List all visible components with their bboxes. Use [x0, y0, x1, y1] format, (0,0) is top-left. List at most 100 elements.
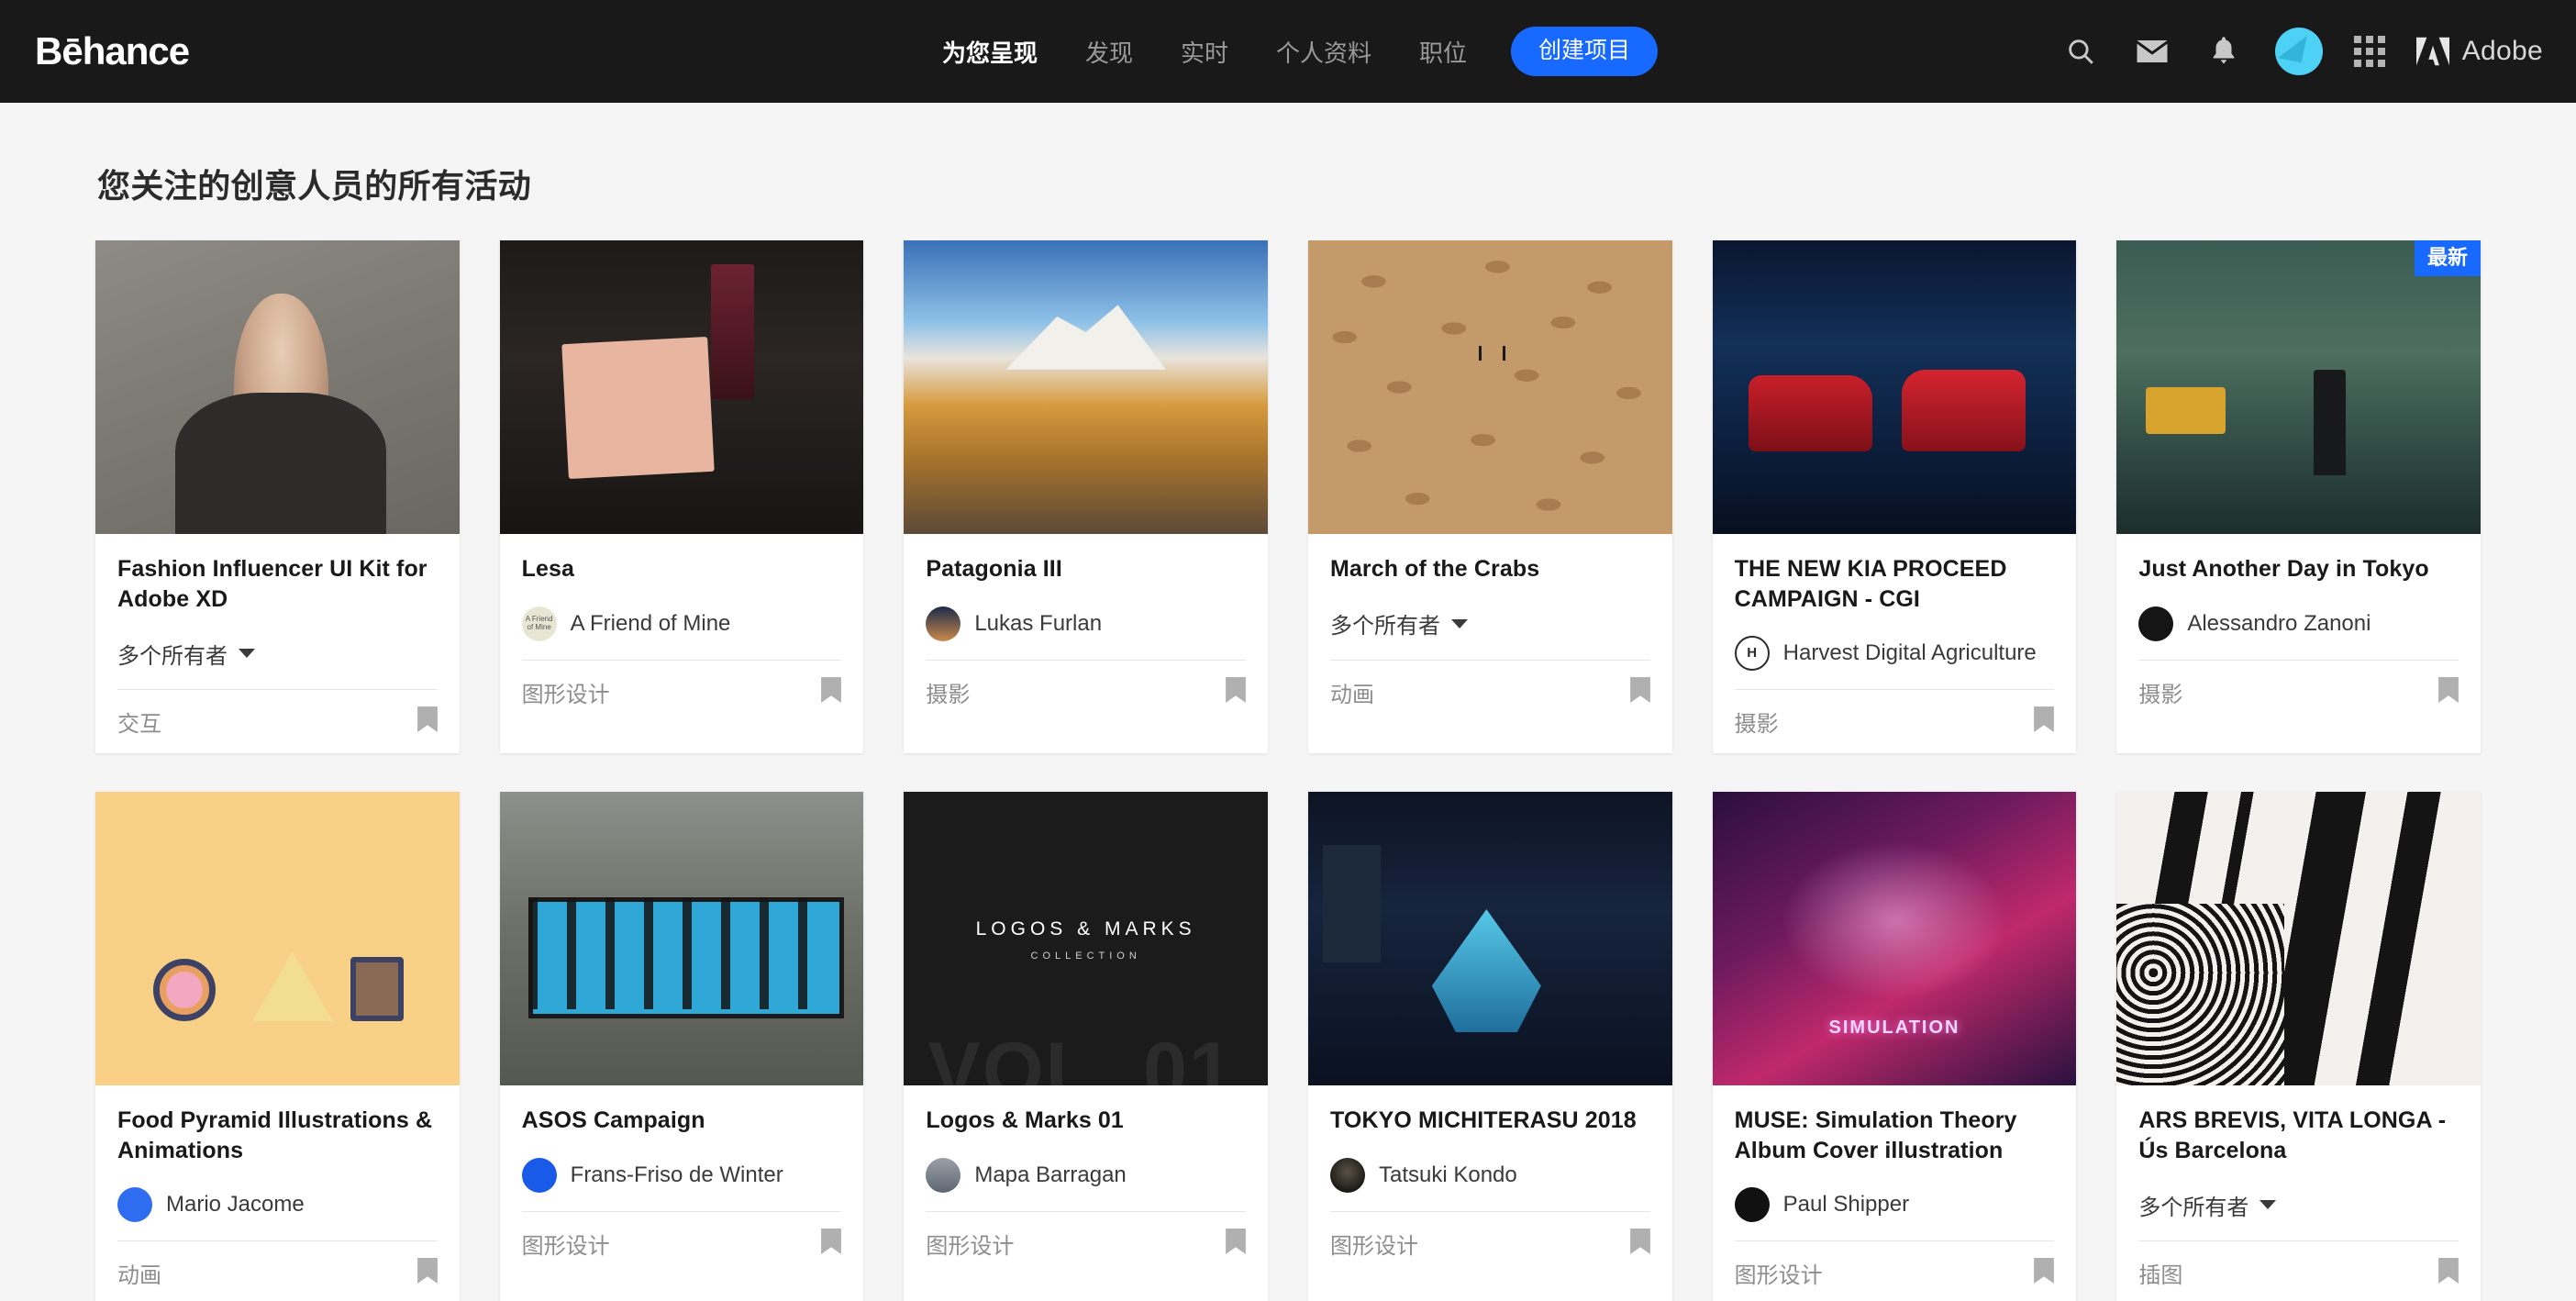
avatar[interactable] — [2274, 28, 2323, 75]
bookmark-icon[interactable] — [416, 706, 438, 737]
project-category[interactable]: 摄影 — [1735, 706, 1779, 738]
bookmark-icon[interactable] — [1629, 676, 1650, 707]
app-grid-icon[interactable] — [2353, 36, 2385, 67]
nav-item-for-you[interactable]: 为您呈现 — [918, 35, 1061, 69]
nav-item-jobs[interactable]: 职位 — [1395, 35, 1491, 69]
project-card[interactable]: ASOS Campaign Frans-Friso de Winter 图形设计 — [499, 792, 864, 1301]
project-title[interactable]: Fashion Influencer UI Kit for Adobe XD — [117, 554, 438, 614]
project-card[interactable]: March of the Crabs 多个所有者 动画 — [1307, 240, 1672, 753]
project-card[interactable]: Food Pyramid Illustrations & Animations … — [95, 792, 460, 1301]
project-thumbnail[interactable] — [1712, 240, 2077, 534]
multiple-owners-dropdown[interactable]: 多个所有者 — [117, 638, 255, 670]
bookmark-icon[interactable] — [1226, 676, 1246, 707]
bookmark-icon[interactable] — [2034, 1258, 2055, 1288]
owner-avatar[interactable]: H — [1734, 636, 1770, 671]
owner-name[interactable]: Frans-Friso de Winter — [571, 1162, 783, 1188]
bookmark-icon[interactable] — [2438, 1258, 2459, 1288]
project-category[interactable]: 图形设计 — [1735, 1257, 1823, 1289]
owner-name[interactable]: Mapa Barragan — [974, 1162, 1126, 1188]
multiple-owners-dropdown[interactable]: 多个所有者 — [1330, 607, 1468, 639]
create-project-button[interactable]: 创建项目 — [1511, 27, 1659, 76]
owner-avatar[interactable] — [521, 1157, 557, 1193]
project-card[interactable]: ARS BREVIS, VITA LONGA - Ús Barcelona 多个… — [2116, 792, 2481, 1301]
project-title[interactable]: ASOS Campaign — [522, 1106, 842, 1136]
project-category[interactable]: 摄影 — [2138, 676, 2182, 708]
project-category[interactable]: 图形设计 — [522, 676, 610, 708]
project-category[interactable]: 图形设计 — [1330, 1228, 1418, 1260]
project-category[interactable]: 图形设计 — [926, 1228, 1014, 1260]
project-title[interactable]: Food Pyramid Illustrations & Animations — [117, 1106, 438, 1165]
project-title[interactable]: ARS BREVIS, VITA LONGA - Ús Barcelona — [2138, 1106, 2459, 1165]
project-title[interactable]: Just Another Day in Tokyo — [2138, 554, 2459, 584]
project-card[interactable]: Lesa A Friend of Mine A Friend of Mine 图… — [499, 240, 864, 753]
project-category[interactable]: 图形设计 — [522, 1228, 610, 1260]
owner-name[interactable]: Harvest Digital Agriculture — [1783, 640, 2037, 666]
project-card[interactable]: LOGOS & MARKS COLLECTION VOL. 01 Logos &… — [904, 792, 1268, 1301]
adobe-link[interactable]: Adobe — [2415, 36, 2543, 67]
project-title[interactable]: March of the Crabs — [1330, 554, 1650, 584]
bookmark-icon[interactable] — [2034, 706, 2055, 737]
project-thumbnail[interactable] — [499, 792, 864, 1085]
project-category[interactable]: 动画 — [1330, 676, 1374, 708]
owner-avatar[interactable] — [1734, 1187, 1770, 1222]
project-thumbnail[interactable] — [95, 240, 460, 534]
project-thumbnail[interactable] — [2116, 792, 2481, 1085]
owner-name: 多个所有者 — [1329, 614, 1440, 639]
owner-name[interactable]: Paul Shipper — [1783, 1192, 1909, 1218]
project-category[interactable]: 动画 — [117, 1257, 161, 1289]
project-title[interactable]: THE NEW KIA PROCEED CAMPAIGN - CGI — [1735, 554, 2055, 614]
project-thumbnail[interactable] — [95, 792, 460, 1085]
owner-name[interactable]: Lukas Furlan — [974, 611, 1102, 637]
project-owner-row: Mapa Barragan — [926, 1140, 1246, 1211]
mail-icon[interactable] — [2132, 31, 2172, 72]
project-thumbnail[interactable] — [1307, 792, 1672, 1085]
project-card[interactable]: TOKYO MICHITERASU 2018 Tatsuki Kondo 图形设… — [1307, 792, 1672, 1301]
bookmark-icon[interactable] — [2438, 676, 2459, 707]
owner-avatar[interactable] — [2138, 606, 2174, 641]
bookmark-icon[interactable] — [821, 676, 842, 707]
project-thumbnail[interactable] — [1307, 240, 1672, 534]
nav-item-profile[interactable]: 个人资料 — [1252, 35, 1395, 69]
bookmark-icon[interactable] — [416, 1258, 438, 1288]
project-category[interactable]: 插图 — [2138, 1257, 2182, 1289]
nav-item-discover[interactable]: 发现 — [1061, 35, 1157, 69]
owner-avatar[interactable] — [926, 606, 961, 641]
behance-logo[interactable]: Bēhance — [35, 32, 190, 71]
owner-name[interactable]: Alessandro Zanoni — [2187, 611, 2371, 637]
project-card[interactable]: 最新 Just Another Day in Tokyo Alessandro … — [2116, 240, 2481, 753]
multiple-owners-dropdown[interactable]: 多个所有者 — [2138, 1189, 2277, 1221]
owner-avatar[interactable] — [117, 1187, 152, 1222]
owner-name[interactable]: A Friend of Mine — [571, 611, 731, 637]
owner-avatar[interactable] — [1329, 1157, 1365, 1193]
bookmark-icon[interactable] — [821, 1228, 842, 1259]
project-card[interactable]: SIMULATION MUSE: Simulation Theory Album… — [1712, 792, 2077, 1301]
project-thumbnail[interactable]: SIMULATION — [1712, 792, 2077, 1085]
project-thumbnail[interactable] — [904, 240, 1268, 534]
project-category[interactable]: 摄影 — [926, 676, 970, 708]
project-title[interactable]: Patagonia III — [926, 554, 1246, 584]
project-owner-row: Alessandro Zanoni — [2138, 588, 2459, 660]
bookmark-icon[interactable] — [1629, 1228, 1650, 1259]
search-icon[interactable] — [2060, 31, 2101, 72]
bookmark-icon[interactable] — [1226, 1228, 1246, 1259]
project-owner-row: A Friend of Mine A Friend of Mine — [521, 588, 842, 660]
owner-name[interactable]: Tatsuki Kondo — [1379, 1162, 1517, 1188]
owner-name[interactable]: Mario Jacome — [166, 1192, 305, 1218]
project-thumbnail[interactable]: 最新 — [2116, 240, 2481, 534]
nav-item-live[interactable]: 实时 — [1157, 35, 1252, 69]
project-card[interactable]: Fashion Influencer UI Kit for Adobe XD 多… — [95, 240, 460, 753]
project-card[interactable]: Patagonia III Lukas Furlan 摄影 — [904, 240, 1268, 753]
project-thumbnail[interactable] — [499, 240, 864, 534]
thumbnail-artwork — [904, 240, 1268, 534]
owner-avatar[interactable] — [926, 1157, 961, 1193]
project-category[interactable]: 交互 — [117, 706, 161, 738]
owner-avatar[interactable]: A Friend of Mine — [521, 606, 557, 641]
thumbnail-artwork: LOGOS & MARKS COLLECTION VOL. 01 — [904, 792, 1268, 1085]
project-title[interactable]: Lesa — [522, 554, 842, 584]
project-card[interactable]: THE NEW KIA PROCEED CAMPAIGN - CGI H Har… — [1712, 240, 2077, 753]
project-title[interactable]: TOKYO MICHITERASU 2018 — [1330, 1106, 1650, 1136]
project-thumbnail[interactable]: LOGOS & MARKS COLLECTION VOL. 01 — [904, 792, 1268, 1085]
project-title[interactable]: MUSE: Simulation Theory Album Cover illu… — [1735, 1106, 2055, 1165]
project-title[interactable]: Logos & Marks 01 — [926, 1106, 1246, 1136]
bell-icon[interactable] — [2204, 31, 2244, 72]
